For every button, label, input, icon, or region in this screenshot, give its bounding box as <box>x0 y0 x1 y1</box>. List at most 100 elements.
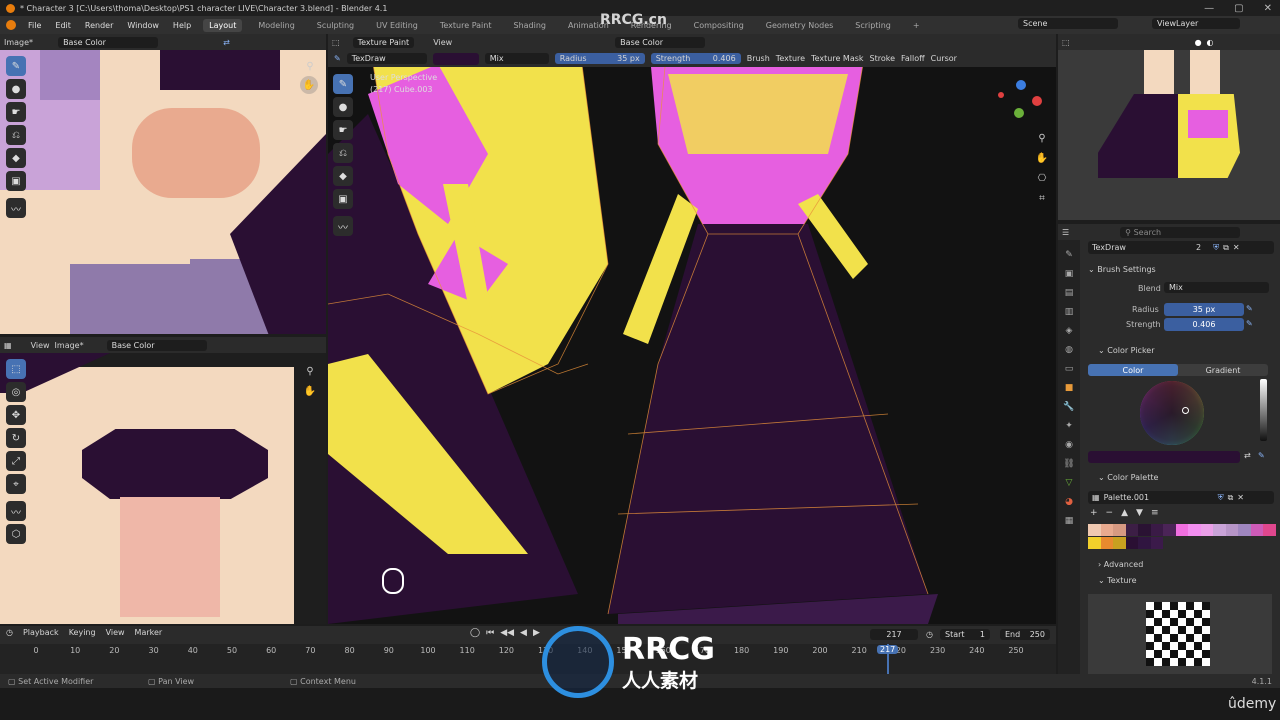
timeline-editor-icon[interactable]: ◷ <box>6 628 13 637</box>
palette-fake-user-icon[interactable]: ⛨ <box>1218 493 1224 503</box>
active-color-swatch[interactable] <box>1088 451 1240 463</box>
advanced-header[interactable]: › Advanced <box>1098 560 1143 569</box>
tab-uv-editing[interactable]: UV Editing <box>370 19 424 32</box>
shading-material-icon[interactable]: ◐ <box>1207 38 1214 47</box>
annotate-tool-icon-3d[interactable]: 〰 <box>333 216 353 236</box>
menu-render[interactable]: Render <box>83 21 115 30</box>
menu-window[interactable]: Window <box>125 21 161 30</box>
texture-header[interactable]: ⌄ Texture <box>1098 576 1137 585</box>
prev-key-icon[interactable]: ◀◀ <box>500 628 514 638</box>
view-menu-3d[interactable]: View <box>433 38 452 47</box>
tab-shading[interactable]: Shading <box>507 19 552 32</box>
preview-editor-icon[interactable]: ⬚ <box>1062 38 1070 47</box>
color-palette-header[interactable]: ⌄ Color Palette <box>1098 473 1158 482</box>
annotate-tool-icon[interactable]: 〰 <box>6 198 26 218</box>
rotate-tool-icon[interactable]: ↻ <box>6 428 26 448</box>
tab-compositing[interactable]: Compositing <box>688 19 750 32</box>
palette-remove-icon[interactable]: − <box>1106 508 1114 518</box>
viewport-3d[interactable]: ⬚ Texture Paint View Base Color ✎ TexDra… <box>328 34 1056 624</box>
constraints-tab-icon[interactable]: ⛓ <box>1063 459 1074 469</box>
smear-tool-icon[interactable]: ☛ <box>333 120 353 140</box>
view-layer-tab-icon[interactable]: ▥ <box>1065 307 1074 317</box>
output-tab-icon[interactable]: ▤ <box>1065 288 1074 298</box>
texture-slot-select[interactable]: Base Color <box>615 36 706 48</box>
menu-falloff[interactable]: Falloff <box>901 54 925 63</box>
mode-select[interactable]: Texture Paint <box>352 36 415 48</box>
image-editor-bottom[interactable]: ▦ View Image* Base Color ⬚ ◎ ✥ ↻ ⤢ ⌖ 〰 ⬡… <box>0 337 326 624</box>
blend-dropdown[interactable]: Mix <box>1164 282 1269 293</box>
properties-editor[interactable]: ☰ ⚲ Search ✎ ▣ ▤ ▥ ◈ ◍ ▭ ■ 🔧 ✦ ◉ ⛓ ▽ ◕ ▦… <box>1058 224 1280 674</box>
tab-layout[interactable]: Layout <box>203 18 243 32</box>
material-tab-icon[interactable]: ◕ <box>1065 497 1073 507</box>
blend-select[interactable]: Mix <box>484 53 549 64</box>
menu-stroke[interactable]: Stroke <box>870 54 896 63</box>
annotate-tool-icon-2[interactable]: 〰 <box>6 501 26 521</box>
draw-tool-icon[interactable]: ✎ <box>333 74 353 94</box>
palette-swatch[interactable] <box>1250 524 1263 536</box>
pan-hand-icon[interactable]: ✋ <box>300 76 318 94</box>
clone-brush-icon[interactable]: ⎌ <box>6 125 26 145</box>
menu-brush[interactable]: Brush <box>747 54 770 63</box>
object-tab-icon[interactable]: ■ <box>1065 383 1074 393</box>
menu-help[interactable]: Help <box>171 21 193 30</box>
palette-swatch[interactable] <box>1263 524 1276 536</box>
palette-swatch[interactable] <box>1100 537 1113 549</box>
close-button[interactable]: ✕ <box>1264 3 1272 14</box>
mask-tool-icon[interactable]: ▣ <box>333 189 353 209</box>
texture-tab-icon[interactable]: ▦ <box>1065 516 1074 526</box>
palette-swatch[interactable] <box>1225 524 1238 536</box>
fill-tool-icon[interactable]: ◆ <box>333 166 353 186</box>
palette-swatch[interactable] <box>1138 537 1151 549</box>
menu-file[interactable]: File <box>26 21 43 30</box>
image-editor-top[interactable]: Image* Base Color ⇄ ✎ ● ☛ ⎌ ◆ ▣ 〰 ⚲ ✋ <box>0 34 326 334</box>
texture-checker-preview[interactable] <box>1146 602 1210 666</box>
physics-tab-icon[interactable]: ◉ <box>1065 440 1073 450</box>
palette-duplicate-icon[interactable]: ⧉ <box>1228 493 1234 503</box>
gizmo-z-icon[interactable] <box>1016 80 1026 90</box>
scene-tab-icon[interactable]: ◈ <box>1066 326 1073 336</box>
draw-brush-icon[interactable]: ✎ <box>6 56 26 76</box>
minimize-button[interactable]: — <box>1204 3 1214 14</box>
timeline[interactable]: ◷ Playback Keying View Marker ◯ ⏮ ◀◀ ◀ ▶… <box>0 626 1056 674</box>
palette-swatch[interactable] <box>1100 524 1113 536</box>
tool-tab-icon[interactable]: ✎ <box>1065 250 1073 260</box>
palette-swatch[interactable] <box>1138 524 1151 536</box>
cursor-tool-icon[interactable]: ◎ <box>6 382 26 402</box>
color-picker-header[interactable]: ⌄ Color Picker <box>1098 346 1155 355</box>
fill-brush-icon[interactable]: ◆ <box>6 148 26 168</box>
marker-menu[interactable]: Marker <box>135 628 163 637</box>
view-menu[interactable]: View <box>31 341 50 350</box>
tab-color[interactable]: Color <box>1088 364 1178 376</box>
brush-settings-header[interactable]: ⌄ Brush Settings <box>1088 265 1156 274</box>
palette-swatch[interactable] <box>1213 524 1226 536</box>
timeline-view-menu[interactable]: View <box>106 628 125 637</box>
menu-cursor[interactable]: Cursor <box>931 54 957 63</box>
world-tab-icon[interactable]: ◍ <box>1065 345 1073 355</box>
shading-solid-icon[interactable]: ● <box>1195 38 1202 47</box>
gizmo-x-icon[interactable] <box>1032 96 1042 106</box>
camera-view-icon[interactable]: ⎔ <box>1034 170 1050 186</box>
keying-menu[interactable]: Keying <box>69 628 96 637</box>
unlink-icon[interactable]: ✕ <box>1233 243 1240 252</box>
palette-sort-icon[interactable]: ≡ <box>1151 508 1159 518</box>
duplicate-icon[interactable]: ⧉ <box>1223 243 1229 253</box>
palette-swatch[interactable] <box>1113 524 1126 536</box>
gizmo-y-icon[interactable] <box>1014 108 1024 118</box>
viewport-pan-icon[interactable]: ✋ <box>1034 150 1050 166</box>
modifier-tab-icon[interactable]: 🔧 <box>1063 402 1074 412</box>
palette-down-icon[interactable]: ▼ <box>1136 508 1143 518</box>
palette-swatch[interactable] <box>1175 524 1188 536</box>
ortho-toggle-icon[interactable]: ⌗ <box>1034 190 1050 206</box>
jump-start-icon[interactable]: ⏮ <box>486 628 494 638</box>
scale-tool-icon[interactable]: ⤢ <box>6 451 26 471</box>
menu-texture[interactable]: Texture <box>776 54 805 63</box>
palette-swatch[interactable] <box>1113 537 1126 549</box>
start-frame-field[interactable]: Start 1 <box>940 629 990 640</box>
properties-search-field[interactable]: ⚲ Search <box>1120 226 1241 238</box>
eyedropper-icon[interactable]: ✎ <box>1258 451 1265 460</box>
image-name-field[interactable]: Base Color <box>58 36 159 48</box>
brush-datablock[interactable]: TexDraw 2 ⛨ ⧉ ✕ <box>1088 241 1274 254</box>
fake-user-icon[interactable]: ⛨ <box>1213 243 1219 253</box>
end-frame-field[interactable]: End 250 <box>1000 629 1050 640</box>
particles-tab-icon[interactable]: ✦ <box>1065 421 1073 431</box>
